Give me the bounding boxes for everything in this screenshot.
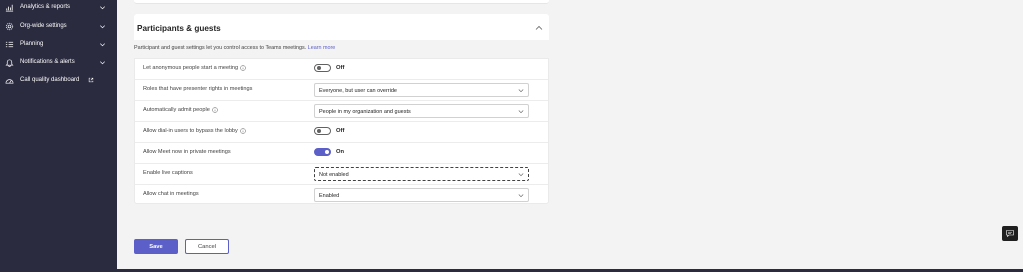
dashboard-icon	[5, 76, 14, 85]
previous-section-card	[134, 0, 549, 4]
setting-label: Roles that have presenter rights in meet…	[143, 86, 252, 92]
setting-row-chat-in-meetings: Allow chat in meetings Enabled	[135, 185, 548, 206]
main-content: Participants & guests Participant and gu…	[117, 0, 1023, 272]
nav-label: Notifications & alerts	[20, 59, 75, 65]
planning-list-icon	[5, 40, 14, 49]
description-text: Participant and guest settings let you c…	[134, 45, 307, 51]
setting-row-live-captions: Enable live captions Not enabled	[135, 164, 548, 185]
setting-label-text: Enable live captions	[143, 170, 193, 176]
info-icon[interactable]	[212, 107, 218, 113]
settings-list: Let anonymous people start a meeting Off…	[134, 58, 549, 204]
anonymous-start-toggle[interactable]	[314, 64, 331, 72]
feedback-icon	[1006, 230, 1014, 237]
setting-row-anonymous-start: Let anonymous people start a meeting Off	[135, 59, 548, 80]
nav-item-notifications-alerts[interactable]: Notifications & alerts	[0, 53, 117, 71]
section-description: Participant and guest settings let you c…	[134, 45, 335, 51]
nav-label: Call quality dashboard	[20, 77, 80, 83]
bell-icon	[5, 58, 14, 67]
dropdown-value: Not enabled	[319, 171, 349, 178]
chevron-down-icon	[518, 109, 524, 114]
chevron-down-icon	[99, 23, 106, 30]
setting-label-text: Automatically admit people	[143, 107, 210, 113]
nav-item-call-quality-dashboard[interactable]: Call quality dashboard	[0, 71, 117, 89]
chat-in-meetings-dropdown[interactable]: Enabled	[314, 188, 529, 202]
learn-more-link[interactable]: Learn more	[308, 45, 336, 51]
setting-label: Allow Meet now in private meetings	[143, 149, 231, 155]
info-icon[interactable]	[240, 128, 246, 134]
auto-admit-dropdown[interactable]: People in my organization and guests	[314, 104, 529, 118]
setting-row-dial-in-bypass: Allow dial-in users to bypass the lobby …	[135, 122, 548, 143]
nav-label: Org-wide settings	[20, 23, 67, 29]
setting-label-text: Allow chat in meetings	[143, 191, 199, 197]
setting-label: Let anonymous people start a meeting	[143, 65, 246, 71]
info-icon[interactable]	[240, 65, 246, 71]
save-button[interactable]: Save	[134, 239, 178, 254]
dropdown-value: Enabled	[319, 192, 340, 199]
setting-row-presenter-rights: Roles that have presenter rights in meet…	[135, 80, 548, 101]
setting-label-text: Roles that have presenter rights in meet…	[143, 86, 253, 92]
meet-now-private-toggle[interactable]	[314, 148, 331, 156]
chevron-down-icon	[99, 41, 106, 48]
chevron-down-icon	[99, 4, 106, 11]
external-link-icon	[88, 77, 94, 83]
chevron-down-icon	[518, 88, 524, 93]
setting-label-text: Allow Meet now in private meetings	[143, 149, 231, 155]
setting-label-text: Let anonymous people start a meeting	[143, 65, 239, 71]
nav-item-analytics-reports[interactable]: Analytics & reports	[0, 0, 117, 16]
toggle-state-text: Off	[336, 128, 345, 134]
dropdown-value: Everyone, but user can override	[319, 87, 397, 94]
gear-icon	[5, 22, 14, 31]
setting-label-text: Allow dial-in users to bypass the lobby	[143, 128, 238, 134]
left-nav-sidebar: Analytics & reports Org-wide settings Pl…	[0, 0, 117, 272]
section-title: Participants & guests	[137, 24, 221, 33]
setting-label: Allow dial-in users to bypass the lobby	[143, 128, 246, 134]
cancel-button[interactable]: Cancel	[185, 239, 229, 254]
nav-label: Analytics & reports	[20, 4, 71, 10]
live-captions-dropdown[interactable]: Not enabled	[314, 167, 529, 181]
setting-label: Enable live captions	[143, 170, 193, 176]
toggle-state-text: On	[336, 149, 345, 155]
chevron-down-icon	[99, 59, 106, 66]
setting-label: Allow chat in meetings	[143, 191, 199, 197]
dropdown-value: People in my organization and guests	[319, 108, 411, 115]
presenter-rights-dropdown[interactable]: Everyone, but user can override	[314, 83, 529, 97]
chevron-down-icon	[518, 172, 524, 177]
nav-label: Planning	[20, 41, 44, 47]
setting-label: Automatically admit people	[143, 107, 218, 113]
chevron-down-icon	[518, 193, 524, 198]
toggle-state-text: Off	[336, 65, 345, 71]
dial-in-bypass-toggle[interactable]	[314, 127, 331, 135]
setting-row-meet-now-private: Allow Meet now in private meetings On	[135, 143, 548, 164]
analytics-icon	[5, 3, 14, 12]
feedback-button[interactable]	[1002, 226, 1018, 241]
nav-item-planning[interactable]: Planning	[0, 35, 117, 53]
nav-item-org-wide-settings[interactable]: Org-wide settings	[0, 17, 117, 35]
setting-row-auto-admit: Automatically admit people People in my …	[135, 101, 548, 122]
chevron-up-icon[interactable]	[535, 25, 543, 31]
